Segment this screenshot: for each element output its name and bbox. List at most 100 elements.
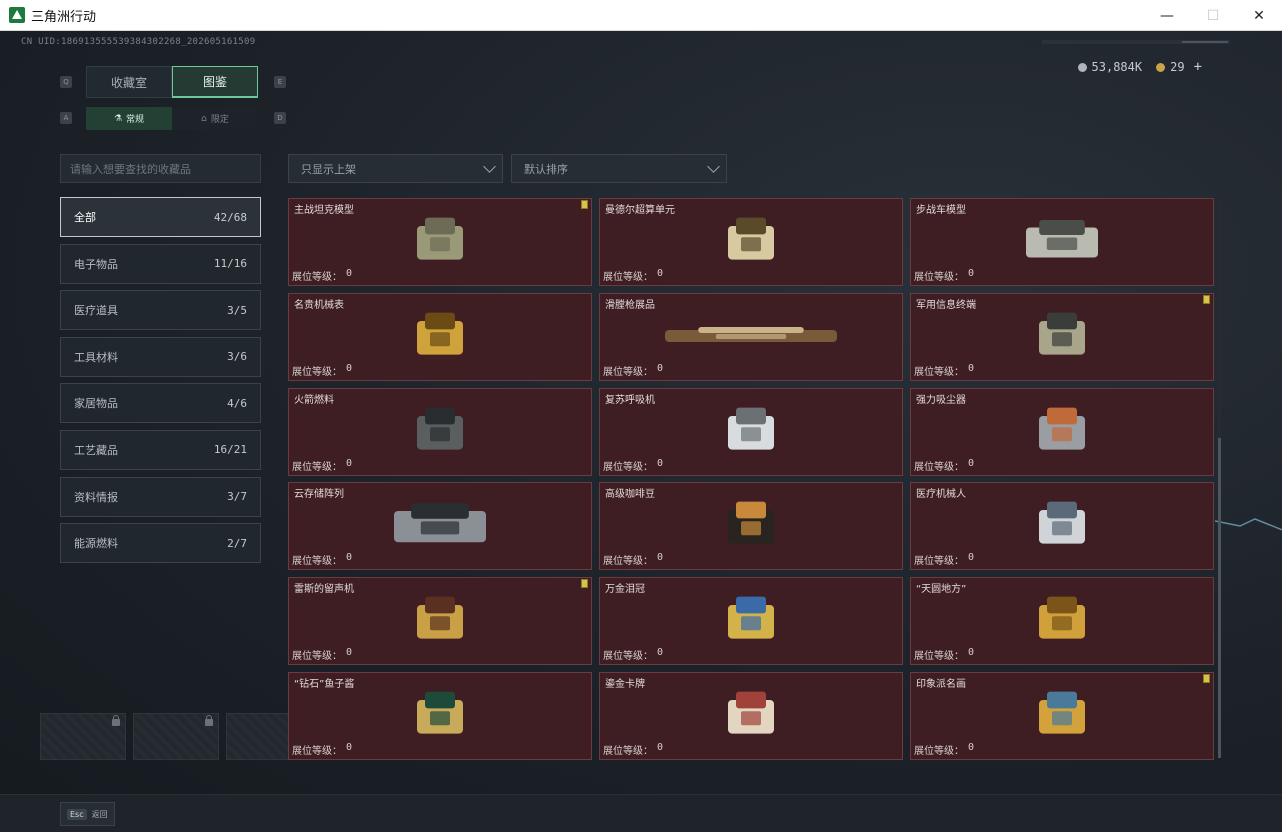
collectible-card[interactable]: “钻石”鱼子酱 展位等级： 0 [288, 672, 592, 760]
medal-icon: ⌂ [201, 113, 207, 124]
booth-level: 展位等级： 0 [292, 552, 352, 567]
collectible-name: 火箭燃料 [294, 394, 334, 406]
jeweled-crown-icon [726, 591, 776, 651]
collectible-card[interactable]: 滑膛枪展品 展位等级： 0 [599, 292, 903, 381]
booth-level-label: 展位等级： [914, 366, 964, 378]
back-button[interactable]: Esc 返回 [60, 802, 115, 826]
minimize-button[interactable]: — [1144, 0, 1190, 31]
ifv-model-icon [1024, 215, 1100, 269]
booth-level-label: 展位等级： [914, 272, 964, 283]
booth-level-value: 0 [346, 552, 353, 564]
booth-level-label: 展位等级： [603, 556, 653, 568]
collectible-name: 医疗机械人 [916, 489, 966, 501]
booth-level-label: 展位等级： [292, 366, 342, 378]
shelf-filter-value: 只显示上架 [301, 162, 356, 176]
collectible-card[interactable]: “天圆地方” 展位等级： 0 [910, 577, 1214, 666]
vacuum-cleaner-icon [1037, 402, 1087, 462]
tab-regular[interactable]: ⚗ 常规 [86, 107, 172, 130]
new-badge-icon [581, 579, 588, 589]
esc-key-hint: Esc [67, 808, 87, 820]
booth-level-label: 展位等级： [914, 746, 964, 757]
booth-level-value: 0 [968, 268, 975, 279]
window-titlebar: 三角洲行动 — ☐ ✕ [0, 0, 1282, 31]
shelf-filter-dropdown[interactable]: 只显示上架 [288, 154, 503, 183]
category-crafts[interactable]: 工艺藏品 16/21 [60, 429, 261, 470]
booth-level-label: 展位等级： [292, 461, 342, 473]
grid-scrollbar[interactable] [1218, 198, 1221, 758]
collectible-card[interactable]: 医疗机械人 展位等级： 0 [910, 482, 1214, 571]
collectible-card[interactable]: 鎏金卡牌展位等级： 0 [599, 672, 903, 760]
collectible-card[interactable]: 高级咖啡豆 展位等级： 0 [599, 482, 903, 571]
booth-level-value: 0 [968, 362, 975, 374]
collectible-name: “天圆地方” [916, 584, 967, 596]
tab-limited[interactable]: ⌂ 限定 [172, 107, 258, 130]
close-button[interactable]: ✕ [1236, 0, 1282, 31]
tab-collection-room[interactable]: 收藏室 [86, 66, 172, 98]
booth-level-label: 展位等级： [292, 651, 342, 663]
booth-level: 展位等级： 0 [292, 742, 352, 757]
sub-tabs: ⚗ 常规 ⌂ 限定 [86, 107, 258, 130]
booth-level-label: 展位等级： [914, 651, 964, 663]
collectible-card[interactable]: 强力吸尘器 展位等级： 0 [910, 387, 1214, 476]
tank-model-icon [415, 212, 465, 272]
category-electronics[interactable]: 电子物品 11/16 [60, 243, 261, 284]
currency-panel: 53,884K 29 + [1077, 57, 1202, 77]
category-household[interactable]: 家居物品 4/6 [60, 383, 261, 424]
booth-level-value: 0 [657, 362, 664, 374]
booth-level-label: 展位等级： [292, 746, 342, 757]
category-count: 3/6 [227, 350, 247, 364]
category-energy[interactable]: 能源燃料 2/7 [60, 523, 261, 564]
booth-level-value: 0 [968, 552, 975, 564]
collectible-card[interactable]: 军用信息终端 展位等级： 0 [910, 292, 1214, 381]
framed-painting-icon [1037, 686, 1087, 746]
category-tools[interactable]: 工具材料 3/6 [60, 336, 261, 377]
category-medical[interactable]: 医疗道具 3/5 [60, 290, 261, 331]
military-terminal-icon [1037, 307, 1087, 367]
lightning-decoration [1215, 518, 1282, 531]
collectible-card[interactable]: 云存储阵列 展位等级： 0 [288, 482, 592, 571]
category-label: 电子物品 [74, 257, 118, 271]
booth-level-value: 0 [657, 457, 664, 469]
maximize-button[interactable]: ☐ [1190, 0, 1236, 31]
booth-level-value: 0 [657, 742, 664, 753]
scrollbar-thumb[interactable] [1218, 438, 1221, 758]
category-all[interactable]: 全部 42/68 [60, 197, 261, 237]
booth-level: 展位等级： 0 [292, 647, 352, 662]
booth-level: 展位等级： 0 [914, 647, 974, 662]
coffee-beans-icon [726, 496, 776, 556]
booth-level-label: 展位等级： [603, 746, 653, 757]
silver-coin-icon [1077, 62, 1087, 72]
collectible-name: 鎏金卡牌 [605, 679, 645, 690]
collectible-card[interactable]: 印象派名画 展位等级： 0 [910, 672, 1214, 760]
collectible-card[interactable]: 复苏呼吸机 展位等级： 0 [599, 387, 903, 476]
category-intel[interactable]: 资料情报 3/7 [60, 476, 261, 517]
medical-robot-icon [1037, 496, 1087, 556]
booth-level: 展位等级： 0 [914, 268, 974, 283]
collectible-name: 曼德尔超算单元 [605, 205, 675, 216]
collectible-card[interactable]: 雷斯的留声机 展位等级： 0 [288, 577, 592, 666]
collectible-card[interactable]: 万金泪冠 展位等级： 0 [599, 577, 903, 666]
booth-level-label: 展位等级： [603, 366, 653, 378]
category-label: 医疗道具 [74, 304, 118, 318]
chevron-down-icon [707, 159, 720, 173]
booth-level-value: 0 [346, 268, 353, 279]
add-gold-button[interactable]: + [1194, 59, 1202, 75]
category-count: 3/5 [227, 303, 247, 317]
collectible-card[interactable]: 曼德尔超算单元 展位等级： 0 [599, 198, 903, 286]
window-controls: — ☐ ✕ [1144, 0, 1282, 31]
gramophone-icon [415, 591, 465, 651]
collectible-name: 强力吸尘器 [916, 394, 966, 406]
tab-catalog[interactable]: 图鉴 [172, 66, 258, 98]
collectible-card[interactable]: 火箭燃料 展位等级： 0 [288, 387, 592, 476]
collectible-card[interactable]: 主战坦克模型 展位等级： 0 [288, 198, 592, 286]
chevron-down-icon [483, 159, 496, 173]
booth-level-value: 0 [968, 647, 975, 659]
booth-level-value: 0 [657, 552, 664, 564]
collectible-card[interactable]: 名贵机械表 展位等级： 0 [288, 292, 592, 381]
booth-level: 展位等级： 0 [292, 268, 352, 283]
search-input[interactable]: 请输入想要查找的收藏品 [60, 154, 261, 183]
d-key-hint: D [274, 112, 286, 124]
collectible-card[interactable]: 步战车模型 展位等级： 0 [910, 198, 1214, 286]
sort-dropdown[interactable]: 默认排序 [511, 154, 727, 183]
gilded-card-icon [726, 686, 776, 746]
